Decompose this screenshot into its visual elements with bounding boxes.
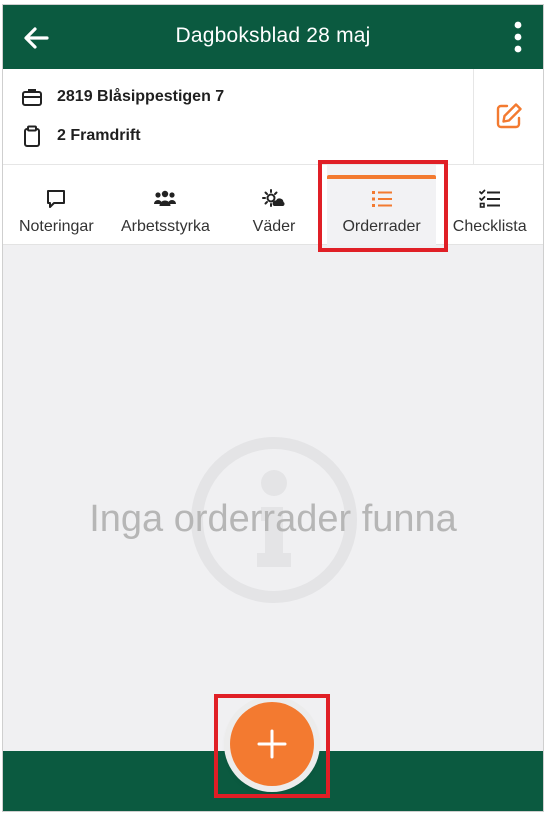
briefcase-icon xyxy=(22,89,42,106)
tab-label: Väder xyxy=(252,218,296,235)
phase-label: 2 Framdrift xyxy=(57,127,141,144)
tab-bar: Noteringar Arbetsstyrka Väder Orderrader… xyxy=(3,165,543,245)
checklist-icon xyxy=(478,189,500,208)
highlight-box-tab xyxy=(318,160,448,252)
app-window: Dagboksblad 28 maj 2819 Blåsippestigen 7… xyxy=(2,4,544,812)
project-row: 2819 Blåsippestigen 7 xyxy=(21,87,224,107)
phase-row: 2 Framdrift xyxy=(21,125,141,147)
tab-label: Noteringar xyxy=(18,218,94,235)
app-header: Dagboksblad 28 maj xyxy=(3,5,543,69)
tab-label: Checklista xyxy=(452,218,527,235)
tab-label: Arbetsstyrka xyxy=(120,218,210,235)
tab-arbetsstyrka[interactable]: Arbetsstyrka xyxy=(110,165,222,245)
diary-info-panel: 2819 Blåsippestigen 7 2 Framdrift xyxy=(3,69,543,165)
users-icon xyxy=(154,190,177,206)
tab-vader[interactable]: Väder xyxy=(221,165,327,245)
clipboard-icon xyxy=(24,125,40,147)
more-vertical-icon[interactable] xyxy=(509,19,527,55)
project-label: 2819 Blåsippestigen 7 xyxy=(57,88,225,105)
tab-checklista[interactable]: Checklista xyxy=(436,165,543,245)
weather-icon xyxy=(262,189,285,207)
empty-state-message: Inga orderrader funna xyxy=(89,498,457,540)
edit-icon[interactable] xyxy=(494,101,524,131)
edit-area xyxy=(473,69,543,165)
comment-icon xyxy=(47,190,66,208)
page-title: Dagboksblad 28 maj xyxy=(175,24,371,47)
tab-noteringar[interactable]: Noteringar xyxy=(3,165,110,245)
highlight-box-fab xyxy=(214,694,330,798)
